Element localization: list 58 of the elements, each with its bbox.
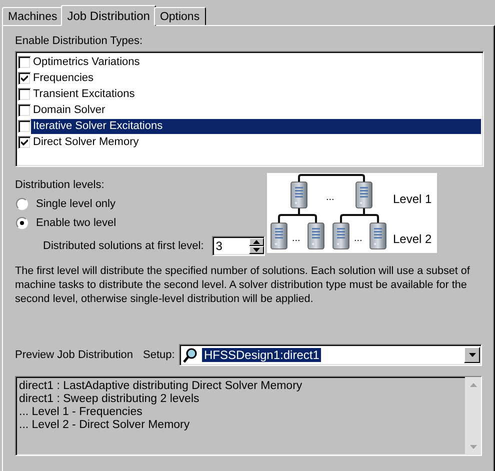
down-arrow-icon xyxy=(253,248,260,252)
ellipsis-text: ... xyxy=(354,233,362,244)
setup-value: HFSSDesign1:direct1 xyxy=(202,348,322,362)
section-label: Enable Distribution Types: xyxy=(15,35,144,47)
list-item[interactable]: Optimetrics Variations xyxy=(31,54,481,70)
output-line: ... Level 1 - Frequencies xyxy=(19,406,144,419)
radio-button[interactable] xyxy=(16,198,28,210)
server-icon xyxy=(290,182,308,208)
ellipsis-text: ... xyxy=(292,233,300,244)
ellipsis-text: ... xyxy=(326,192,334,203)
server-icon xyxy=(370,222,386,250)
list-item[interactable]: Iterative Solver Excitations xyxy=(31,118,481,134)
server-icon xyxy=(308,222,324,250)
down-arrow-icon xyxy=(470,445,476,449)
spin-up-button[interactable] xyxy=(249,238,264,246)
number-spinner[interactable]: 3 xyxy=(212,236,265,256)
checkbox[interactable] xyxy=(18,136,31,148)
list-item[interactable]: Direct Solver Memory xyxy=(31,134,481,150)
list-item[interactable]: Frequencies xyxy=(31,70,481,86)
connector-line xyxy=(278,206,317,224)
checkbox[interactable] xyxy=(18,56,31,68)
up-arrow-icon xyxy=(470,383,476,387)
tab[interactable]: Options xyxy=(154,7,206,25)
server-icon xyxy=(332,222,350,250)
list-item[interactable]: Domain Solver xyxy=(31,102,481,118)
connector-line xyxy=(340,206,379,224)
checkbox[interactable] xyxy=(18,120,31,132)
radio-label: Enable two level xyxy=(36,217,116,229)
level-label: Level 1 xyxy=(393,192,432,206)
radio-button[interactable] xyxy=(16,217,28,229)
checkbox[interactable] xyxy=(18,88,31,100)
up-arrow-icon xyxy=(253,240,260,244)
description-text: The first level will distribute the specified number of solutions. Each solution will use a subset of machine tasks to distribute the second level. A solver distribution type must be available for the second level, otherwise single-level distribution will be applied. xyxy=(15,264,471,306)
magnifier-icon xyxy=(183,348,197,362)
level-label: Level 2 xyxy=(393,232,432,246)
preview-label: Preview Job Distribution xyxy=(15,349,133,361)
check-icon xyxy=(21,138,28,146)
spinner-label: Distributed solutions at first level: xyxy=(43,240,204,252)
output-line: direct1 : Sweep distributing 2 levels xyxy=(19,393,200,406)
dropdown-button[interactable] xyxy=(464,347,480,363)
server-icon xyxy=(270,222,288,250)
output-line: direct1 : LastAdaptive distributing Direct Solver Memory xyxy=(19,380,304,393)
setup-label: Setup: xyxy=(143,349,175,361)
output-line: ... Level 2 - Direct Solver Memory xyxy=(19,419,191,432)
caret-icon xyxy=(468,353,476,357)
checkbox[interactable] xyxy=(18,104,31,116)
tab[interactable]: Machines xyxy=(2,7,64,25)
checkbox[interactable] xyxy=(18,72,31,84)
check-icon xyxy=(21,74,28,82)
connector-line xyxy=(298,174,365,182)
server-icon xyxy=(356,182,372,208)
radio-label: Single level only xyxy=(36,198,116,210)
scrollbar[interactable] xyxy=(465,377,481,455)
setup-dropdown[interactable]: HFSSDesign1:direct1 xyxy=(179,344,482,366)
list-item[interactable]: Transient Excitations xyxy=(31,86,481,102)
tab[interactable]: Job Distribution xyxy=(61,5,156,26)
spin-down-button[interactable] xyxy=(249,246,264,254)
section-label: Distribution levels: xyxy=(15,179,106,191)
